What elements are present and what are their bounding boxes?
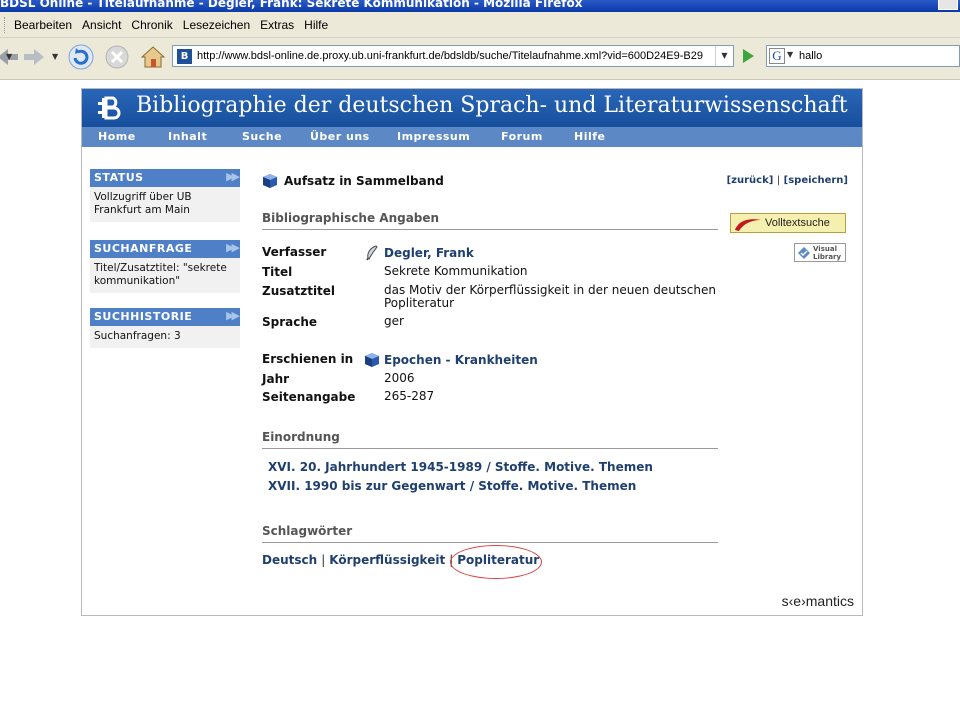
history-box: SUCHHISTORIE ▶▶ Suchanfragen: 3 bbox=[90, 308, 240, 348]
subtitle-label: Zusatztitel bbox=[262, 284, 336, 298]
language-row: Sprache ger bbox=[262, 314, 718, 330]
book-cube-icon bbox=[365, 353, 379, 367]
highlight-circle bbox=[450, 545, 542, 579]
fulltext-search-label: Volltextsuche bbox=[765, 217, 830, 229]
web-page: Bibliographie der deutschen Sprach- und … bbox=[81, 88, 863, 616]
toolbar-grip bbox=[4, 17, 7, 33]
history-text: Suchanfragen: 3 bbox=[90, 326, 240, 348]
section-class-heading: Einordnung bbox=[262, 430, 718, 449]
site-banner: Bibliographie der deutschen Sprach- und … bbox=[82, 89, 862, 127]
classification-link-2[interactable]: XVII. 1990 bis zur Gegenwart / Stoffe. M… bbox=[268, 479, 636, 493]
section-biblio-heading: Bibliographische Angaben bbox=[262, 211, 718, 230]
subtitle-value: das Motiv der Körperflüssigkeit in der n… bbox=[384, 283, 716, 310]
expand-arrows-icon[interactable]: ▶▶ bbox=[226, 170, 240, 183]
query-box: SUCHANFRAGE ▶▶ Titel/Zusatztitel: "sekret… bbox=[90, 240, 240, 293]
classification-link-1[interactable]: XVI. 20. Jahrhundert 1945-1989 / Stoffe.… bbox=[268, 460, 653, 474]
language-label: Sprache bbox=[262, 315, 318, 329]
status-text: Vollzugriff über UB Frankfurt am Main bbox=[90, 187, 240, 222]
quill-icon bbox=[366, 245, 378, 261]
stop-icon[interactable] bbox=[102, 42, 132, 72]
swoosh-icon bbox=[735, 219, 761, 231]
nav-suche[interactable]: Suche bbox=[242, 130, 282, 143]
nav-forum[interactable]: Forum bbox=[501, 130, 543, 143]
history-heading[interactable]: SUCHHISTORIE ▶▶ bbox=[90, 308, 240, 326]
nav-hilfe[interactable]: Hilfe bbox=[574, 130, 606, 143]
expand-arrows-icon[interactable]: ▶▶ bbox=[226, 241, 240, 254]
url-history-dropdown[interactable]: ▼ bbox=[715, 46, 733, 66]
window-titlebar: BDSL Online - Titelaufnahme - Degler, Fr… bbox=[0, 0, 960, 12]
site-title: Bibliographie der deutschen Sprach- und … bbox=[136, 93, 848, 118]
nav-home[interactable]: Home bbox=[98, 130, 136, 143]
bdsl-logo-icon[interactable] bbox=[98, 96, 122, 120]
section-keywords-heading: Schlagwörter bbox=[262, 524, 718, 543]
publication-type-label: Aufsatz in Sammelband bbox=[284, 174, 444, 188]
year-row: Jahr 2006 bbox=[262, 371, 718, 387]
link-separator: | bbox=[776, 175, 781, 186]
go-arrow-icon[interactable] bbox=[738, 46, 758, 66]
published-in-row: Erschienen in Epochen - Krankheiten bbox=[262, 352, 718, 368]
visual-library-button[interactable]: Visual Library bbox=[794, 243, 846, 262]
nav-impressum[interactable]: Impressum bbox=[397, 130, 470, 143]
publication-type: Aufsatz in Sammelband bbox=[262, 173, 444, 189]
title-row: Titel Sekrete Kommunikation bbox=[262, 264, 718, 280]
title-value: Sekrete Kommunikation bbox=[384, 264, 528, 278]
author-row: Verfasser Degler, Frank bbox=[262, 245, 718, 261]
forward-history-dropdown[interactable]: ▼ bbox=[52, 52, 58, 61]
nav-ueber-uns[interactable]: Über uns bbox=[310, 130, 370, 143]
search-bar[interactable]: G ▼ bbox=[766, 45, 960, 67]
menu-chronik[interactable]: Chronik bbox=[127, 18, 176, 32]
menu-bearbeiten[interactable]: Bearbeiten bbox=[10, 18, 76, 32]
language-value: ger bbox=[384, 314, 404, 328]
reload-icon[interactable] bbox=[66, 42, 96, 72]
pages-row: Seitenangabe 265-287 bbox=[262, 389, 718, 405]
window-control-button[interactable] bbox=[938, 0, 958, 10]
menu-hilfe[interactable]: Hilfe bbox=[300, 18, 332, 32]
fulltext-search-button[interactable]: Volltextsuche bbox=[730, 213, 846, 233]
home-icon[interactable] bbox=[138, 42, 168, 72]
expand-arrows-icon[interactable]: ▶▶ bbox=[226, 309, 240, 322]
pages-label: Seitenangabe bbox=[262, 390, 356, 404]
subtitle-row: Zusatztitel das Motiv der Körperflüssigk… bbox=[262, 284, 718, 310]
nav-inhalt[interactable]: Inhalt bbox=[168, 130, 207, 143]
year-label: Jahr bbox=[262, 372, 290, 386]
year-value: 2006 bbox=[384, 371, 415, 385]
menu-bar: Bearbeiten Ansicht Chronik Lesezeichen E… bbox=[0, 12, 960, 38]
url-text[interactable]: http://www.bdsl-online.de.proxy.ub.uni-f… bbox=[197, 50, 715, 62]
site-favicon-icon: B bbox=[177, 49, 192, 64]
status-heading[interactable]: STATUS ▶▶ bbox=[90, 169, 240, 187]
visual-library-icon bbox=[798, 247, 810, 259]
save-link[interactable]: [speichern] bbox=[784, 175, 848, 186]
keyword-separator: | bbox=[321, 553, 326, 567]
status-box: STATUS ▶▶ Vollzugriff über UB Frankfurt a… bbox=[90, 169, 240, 222]
published-in-link[interactable]: Epochen - Krankheiten bbox=[364, 352, 698, 368]
record-actions: [zurück] | [speichern] bbox=[727, 175, 848, 186]
keyword-link-deutsch[interactable]: Deutsch bbox=[262, 553, 317, 567]
keyword-link-koerperfluessigkeit[interactable]: Körperflüssigkeit bbox=[329, 553, 445, 567]
back-link[interactable]: [zurück] bbox=[727, 175, 774, 186]
menu-lesezeichen[interactable]: Lesezeichen bbox=[179, 18, 254, 32]
query-text: Titel/Zusatztitel: "sekrete kommunikatio… bbox=[90, 258, 240, 293]
article-cube-icon bbox=[263, 174, 277, 188]
visual-library-label: Visual Library bbox=[813, 245, 842, 261]
menu-extras[interactable]: Extras bbox=[256, 18, 298, 32]
google-engine-icon[interactable]: G bbox=[769, 48, 785, 64]
author-link[interactable]: Degler, Frank bbox=[364, 245, 698, 261]
semantics-logo[interactable]: s‹e›mantics bbox=[782, 593, 854, 609]
pages-value: 265-287 bbox=[384, 389, 435, 403]
main-navigation: Home Inhalt Suche Über uns Impressum For… bbox=[82, 127, 862, 147]
back-history-dropdown[interactable]: ▼ bbox=[6, 52, 12, 61]
query-heading[interactable]: SUCHANFRAGE ▶▶ bbox=[90, 240, 240, 258]
menu-ansicht[interactable]: Ansicht bbox=[78, 18, 125, 32]
search-engine-dropdown[interactable]: ▼ bbox=[787, 50, 793, 59]
title-label: Titel bbox=[262, 265, 293, 279]
forward-arrow-icon[interactable] bbox=[18, 42, 48, 72]
search-input[interactable] bbox=[799, 48, 949, 64]
address-bar[interactable]: B http://www.bdsl-online.de.proxy.ub.uni… bbox=[172, 45, 734, 67]
window-title: BDSL Online - Titelaufnahme - Degler, Fr… bbox=[0, 0, 583, 10]
